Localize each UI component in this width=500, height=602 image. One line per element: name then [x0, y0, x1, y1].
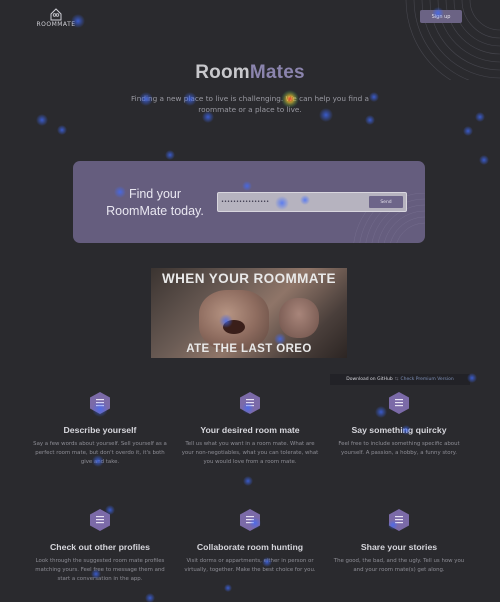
feature-title: Your desired room mate — [200, 425, 300, 435]
site-logo[interactable]: ROOMMATE — [36, 6, 76, 30]
document-list-icon — [389, 509, 409, 531]
meme-top-text: WHEN YOUR ROOMMATE — [162, 271, 336, 286]
github-download-link[interactable]: Download on GitHub — [346, 377, 392, 382]
feature-text: Visit dorms or appartments, either in pe… — [184, 558, 316, 573]
banner-title-line1: Find your — [128, 187, 182, 201]
feature-text: Say a few words about yourself. Sell you… — [33, 441, 167, 465]
feature-desired-room-mate: Your desired room mate Tell us what you … — [175, 391, 325, 467]
document-list-icon — [389, 392, 409, 414]
feature-say-something-quircky: Say something quircky Feel free to inclu… — [324, 391, 474, 458]
document-list-icon — [240, 392, 260, 414]
banner-title-line2: RoomMate today. — [106, 204, 204, 218]
meme-image: WHEN YOUR ROOMMATE ATE THE LAST OREO — [151, 268, 347, 358]
email-form: Send — [217, 192, 407, 212]
document-list-icon — [90, 509, 110, 531]
landing-page: ROOMMATE Sign up RoomMates Finding a new… — [0, 0, 500, 602]
feature-text: The good, the bad, and the ugly. Tell us… — [333, 558, 465, 573]
document-list-icon — [90, 392, 110, 414]
document-list-icon — [240, 509, 260, 531]
github-bar: Download on GitHub ⇆ Check Premium Versi… — [330, 374, 470, 385]
meme-hand — [279, 298, 319, 338]
hero-title: RoomMates — [0, 62, 500, 84]
signup-button[interactable]: Sign up — [420, 10, 462, 23]
send-button[interactable]: Send — [369, 196, 403, 208]
hero-subtitle: Finding a new place to live is challengi… — [131, 94, 369, 114]
feature-describe-yourself: Describe yourself Say a few words about … — [25, 391, 175, 467]
feature-share-your-stories: Share your stories The good, the bad, an… — [324, 508, 474, 575]
hero-title-part1: Room — [195, 62, 250, 83]
hero-title-part2: Mates — [249, 62, 305, 83]
feature-text: Look through the suggested room mate pro… — [35, 558, 165, 582]
feature-title: Check out other profiles — [50, 542, 150, 552]
feature-text: Feel free to include something specific … — [338, 441, 460, 456]
signup-banner: Find your RoomMate today. Send — [73, 161, 425, 243]
email-input[interactable] — [221, 196, 369, 208]
feature-title: Describe yourself — [63, 425, 137, 435]
roommate-logo-icon — [50, 8, 62, 21]
meme-mouth — [223, 320, 245, 334]
meme-bottom-text: ATE THE LAST OREO — [186, 343, 312, 355]
feature-check-other-profiles: Check out other profiles Look through th… — [25, 508, 175, 584]
feature-title: Share your stories — [360, 542, 438, 552]
github-separator: ⇆ — [394, 377, 399, 382]
feature-collaborate-room-hunting: Collaborate room hunting Visit dorms or … — [175, 508, 325, 575]
premium-version-link[interactable]: Check Premium Version — [400, 377, 453, 382]
banner-title: Find your RoomMate today. — [85, 186, 225, 220]
feature-text: Tell us what you want in a room mate. Wh… — [181, 441, 319, 465]
logo-text: ROOMMATE — [36, 21, 76, 28]
feature-title: Collaborate room hunting — [196, 542, 304, 552]
feature-title: Say something quircky — [351, 425, 447, 435]
